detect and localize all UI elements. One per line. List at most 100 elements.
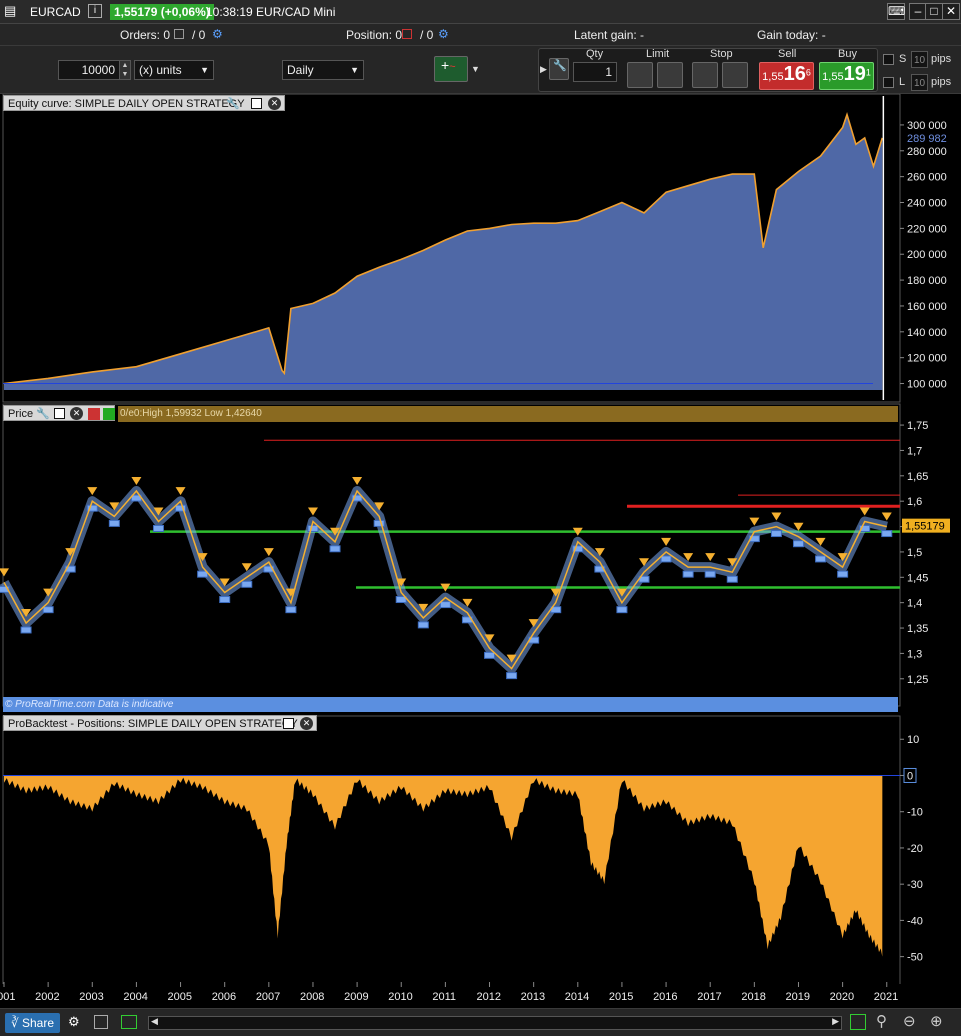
buy-marker bbox=[285, 606, 297, 614]
drawing-tool-icon[interactable]: ⚙ bbox=[68, 1014, 80, 1030]
l-label: L bbox=[899, 76, 906, 88]
chevron-down-icon[interactable]: ▼ bbox=[471, 64, 480, 74]
latent-gain: Latent gain: - bbox=[574, 28, 645, 42]
price-panel[interactable]: 1,251,31,351,41,451,51,551,61,651,71,751… bbox=[0, 403, 950, 707]
scroll-left-icon[interactable]: ◀ bbox=[151, 1016, 158, 1027]
equity-panel-header[interactable]: Equity curve: SIMPLE DAILY OPEN STRATEGY… bbox=[3, 95, 285, 111]
limit-label: Limit bbox=[646, 48, 670, 60]
limit-sell-button[interactable] bbox=[657, 62, 683, 88]
limit-pips-input[interactable]: 10 bbox=[911, 74, 928, 91]
price-axis-tick-label: 1,45 bbox=[907, 572, 928, 584]
scrollbar[interactable]: ◀ ▶ bbox=[148, 1016, 842, 1030]
stop-buy-button[interactable] bbox=[692, 62, 718, 88]
qty-input[interactable]: 1 bbox=[573, 62, 617, 82]
wrench-icon[interactable]: 🔧 bbox=[226, 96, 240, 112]
list-icon[interactable] bbox=[94, 1015, 108, 1029]
x-axis-tick-label: 2004 bbox=[123, 991, 147, 1003]
orders-gear-icon[interactable]: ⚙ bbox=[212, 27, 223, 41]
equity-curve-panel[interactable]: 100 000 120 000 140 000 160 000 180 000 200 0… bbox=[2, 94, 947, 403]
equity-title: Equity curve: SIMPLE DAILY OPEN STRATEGY bbox=[8, 98, 245, 110]
x-axis-tick-label: 2002 bbox=[35, 991, 59, 1003]
zoom-in-icon[interactable]: ⊕ bbox=[930, 1012, 943, 1030]
buy-marker bbox=[219, 596, 231, 604]
x-axis-tick-label: 2019 bbox=[785, 991, 809, 1003]
keyboard-icon[interactable]: ⌨ bbox=[887, 3, 905, 20]
maximize-button[interactable]: □ bbox=[925, 3, 943, 20]
limit-checkbox[interactable] bbox=[883, 77, 894, 88]
last-price-label: 1,55179 bbox=[905, 521, 945, 533]
positions-panel-header[interactable]: ProBacktest - Positions: SIMPLE DAILY OP… bbox=[3, 715, 317, 731]
wrench-icon[interactable]: 🔧 bbox=[36, 406, 50, 422]
pips-label: pips bbox=[931, 53, 952, 65]
sell-button[interactable]: 1,55166 bbox=[759, 62, 814, 90]
units-select[interactable]: (x) units ▼ bbox=[134, 60, 214, 80]
window-icon[interactable] bbox=[54, 408, 65, 419]
close-icon[interactable]: ✕ bbox=[70, 407, 83, 420]
autoscale-icon[interactable] bbox=[850, 1014, 866, 1030]
window-icon[interactable] bbox=[283, 718, 294, 729]
positions-panel[interactable]: 10 0 -10 -20 -30 -40 -50 bbox=[2, 715, 923, 987]
close-button[interactable]: ✕ bbox=[942, 3, 960, 20]
buy-arrow-icon[interactable] bbox=[103, 408, 115, 420]
candles-icon[interactable] bbox=[121, 1015, 137, 1029]
window-icon[interactable] bbox=[251, 98, 262, 109]
positions-axis-tick-label: -50 bbox=[907, 952, 923, 964]
stop-checkbox[interactable] bbox=[883, 54, 894, 65]
timeframe-select[interactable]: Daily ▼ bbox=[282, 60, 364, 80]
add-indicator-icon[interactable]: +~ bbox=[434, 56, 468, 82]
x-axis-tick-label: 2016 bbox=[653, 991, 677, 1003]
price-axis-tick-label: 1,25 bbox=[907, 674, 928, 686]
equity-axis-tick-label: 260 000 bbox=[907, 172, 947, 184]
price-panel-header[interactable]: Price 🔧 ✕ bbox=[3, 405, 115, 421]
symbol-label[interactable]: EURCAD bbox=[30, 5, 81, 19]
zoom-area-icon[interactable]: ⚲ bbox=[876, 1012, 887, 1030]
position-cancel-icon[interactable] bbox=[402, 29, 412, 39]
buy-marker bbox=[152, 524, 164, 532]
sell-label: Sell bbox=[778, 48, 797, 60]
positions-axis-tick-label: 0 bbox=[907, 770, 913, 782]
units-label: (x) units bbox=[139, 63, 182, 77]
close-icon[interactable]: ✕ bbox=[300, 717, 313, 730]
equity-last-value: 289 982 bbox=[907, 133, 947, 145]
close-icon[interactable]: ✕ bbox=[268, 97, 281, 110]
scroll-right-icon[interactable]: ▶ bbox=[832, 1016, 839, 1027]
equity-axis-tick-label: 140 000 bbox=[907, 327, 947, 339]
x-axis-tick-label: 2018 bbox=[741, 991, 765, 1003]
positions-axis-tick-label: -20 bbox=[907, 843, 923, 855]
x-axis-tick-label: 2006 bbox=[212, 991, 236, 1003]
sell-price-big: 16 bbox=[783, 63, 806, 85]
equity-axis-tick-label: 220 000 bbox=[907, 223, 947, 235]
equity-axis-tick-label: 200 000 bbox=[907, 249, 947, 261]
stop-sell-button[interactable] bbox=[722, 62, 748, 88]
expand-arrow-icon[interactable]: ▶ bbox=[540, 64, 547, 75]
equity-axis-tick-label: 300 000 bbox=[907, 120, 947, 132]
watermark: © ProRealTime.com Data is indicative bbox=[5, 699, 174, 710]
limit-buy-button[interactable] bbox=[627, 62, 653, 88]
x-axis-tick-label: 2014 bbox=[565, 991, 589, 1003]
info-icon[interactable]: i bbox=[88, 4, 102, 18]
gain-today: Gain today: - bbox=[757, 28, 826, 42]
buy-marker bbox=[42, 606, 54, 614]
position-sep: / 0 bbox=[420, 28, 434, 42]
positions-axis-tick-label: 10 bbox=[907, 734, 919, 746]
x-axis-tick-label: 2003 bbox=[79, 991, 103, 1003]
x-axis-tick-label: 2015 bbox=[609, 991, 633, 1003]
zoom-out-icon[interactable]: ⊖ bbox=[903, 1012, 916, 1030]
app-icon[interactable]: ▤ bbox=[4, 3, 16, 19]
position-gear-icon[interactable]: ⚙ bbox=[438, 27, 449, 41]
share-button[interactable]: ∛ Share bbox=[5, 1013, 61, 1033]
wrench-icon[interactable]: 🔧 bbox=[549, 58, 569, 80]
share-label: Share bbox=[21, 1016, 55, 1030]
price-axis-tick-label: 1,7 bbox=[907, 445, 922, 457]
equity-axis-tick-label: 120 000 bbox=[907, 353, 947, 365]
quantity-input[interactable]: 10000 bbox=[58, 60, 120, 80]
info-bar: Orders: 0 / 0 ⚙ Position: 0 / 0 ⚙ Latent… bbox=[0, 24, 961, 46]
buy-button[interactable]: 1,55191 bbox=[819, 62, 874, 90]
stop-pips-input[interactable]: 10 bbox=[911, 51, 928, 68]
chart-area[interactable]: 100 000 120 000 140 000 160 000 180 000 200 0… bbox=[0, 94, 961, 1008]
orders-cancel-icon[interactable] bbox=[174, 29, 184, 39]
sell-arrow-icon[interactable] bbox=[88, 408, 100, 420]
timeframe-label: Daily bbox=[287, 63, 314, 77]
buy-marker bbox=[726, 575, 738, 583]
quantity-stepper[interactable]: ▲ ▼ bbox=[119, 60, 131, 80]
